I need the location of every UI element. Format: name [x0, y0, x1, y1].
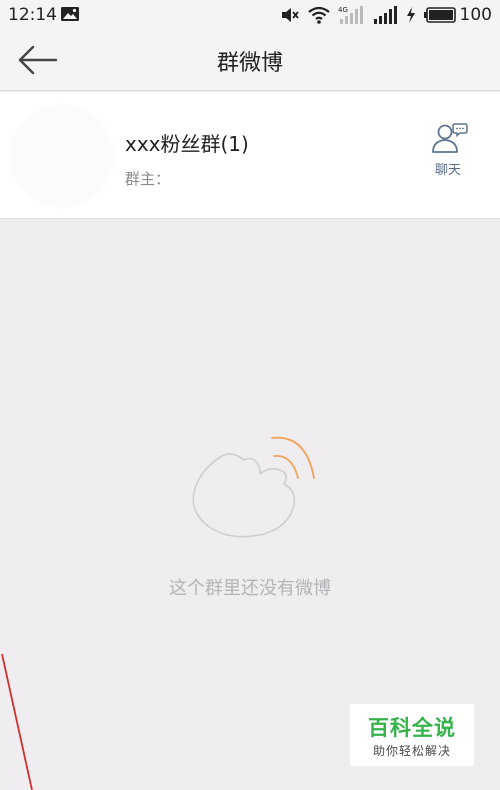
svg-text:4G: 4G: [338, 6, 348, 14]
group-avatar[interactable]: [12, 106, 112, 206]
signal-icon: [373, 6, 397, 24]
title-bar: 群微博: [0, 30, 500, 91]
user-chat-icon: [432, 123, 468, 153]
annotation-line: [1, 653, 33, 790]
mute-icon: [281, 8, 299, 22]
signal-4g-icon: 4G: [338, 6, 363, 24]
status-icons: 4G 100: [272, 4, 492, 26]
charging-icon: [406, 7, 415, 23]
battery-level: 100: [459, 5, 492, 25]
status-time: 12:14: [8, 5, 57, 25]
group-info-card[interactable]: xxx粉丝群(1) 群主： 聊天: [0, 92, 500, 219]
battery-icon: [423, 7, 456, 23]
status-bar: 12:14 4G 100: [0, 0, 500, 30]
watermark: 百科全说 助你轻松解决: [350, 704, 474, 766]
group-owner-label: 群主：: [125, 170, 171, 188]
group-name: xxx粉丝群(1): [125, 132, 249, 156]
wifi-icon: [307, 6, 330, 24]
page-title: 群微博: [216, 51, 283, 76]
chat-button[interactable]: 聊天: [420, 122, 476, 182]
weibo-logo-icon: [192, 436, 315, 538]
watermark-subtitle: 助你轻松解决: [372, 744, 451, 758]
empty-state-message: 这个群里还没有微博: [169, 578, 331, 599]
watermark-title: 百科全说: [368, 716, 456, 740]
chat-label: 聊天: [434, 163, 461, 178]
image-icon: [61, 7, 79, 21]
